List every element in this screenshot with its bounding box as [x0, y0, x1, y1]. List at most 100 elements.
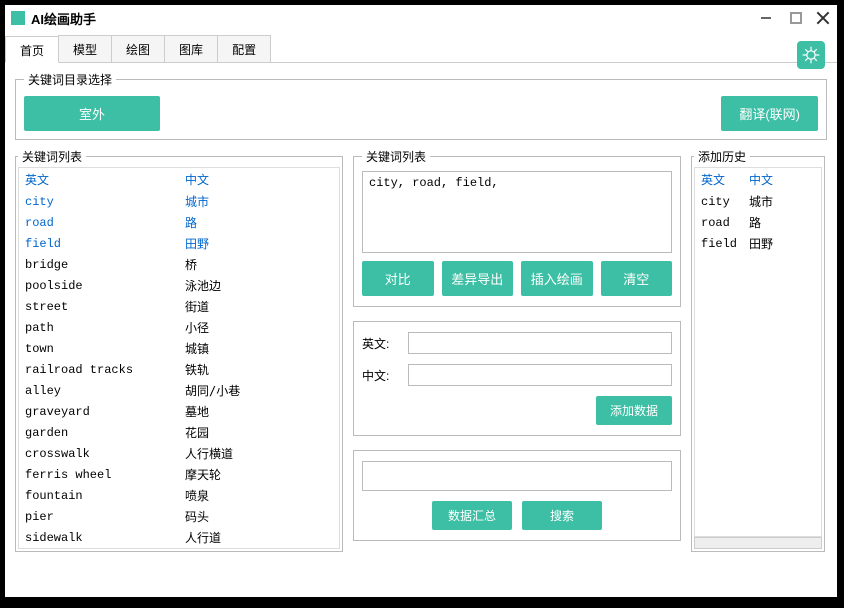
window-controls — [755, 9, 831, 27]
cell-en: bridge — [19, 254, 179, 275]
table-row[interactable]: city城市 — [19, 191, 339, 212]
cell-en: fountain — [19, 485, 179, 506]
table-row[interactable]: crosswalk人行横道 — [19, 443, 339, 464]
maximize-button[interactable] — [790, 12, 802, 24]
table-row[interactable]: road路 — [19, 212, 339, 233]
table-row[interactable]: city城市 — [695, 191, 821, 212]
cell-en: field — [695, 233, 743, 254]
tab-4[interactable]: 配置 — [217, 35, 271, 62]
cell-zh: 小径 — [179, 317, 339, 338]
table-row[interactable]: bridge桥 — [19, 254, 339, 275]
table-row[interactable]: fountain喷泉 — [19, 485, 339, 506]
zh-input[interactable] — [408, 364, 672, 386]
keyword-dir-legend: 关键词目录选择 — [24, 71, 116, 88]
cell-zh: 桥 — [179, 254, 339, 275]
table-row[interactable]: dock码头 — [19, 548, 339, 549]
history-table: 英文 中文 city城市road路field田野 — [695, 168, 821, 254]
table-row[interactable]: railroad tracks铁轨 — [19, 359, 339, 380]
keyword-list-legend: 关键词列表 — [18, 148, 86, 165]
selected-keywords-legend: 关键词列表 — [362, 148, 430, 165]
cell-en: pier — [19, 506, 179, 527]
table-row[interactable]: pier码头 — [19, 506, 339, 527]
insert-draw-button[interactable]: 插入绘画 — [521, 261, 593, 296]
en-input[interactable] — [408, 332, 672, 354]
table-row[interactable]: field田野 — [695, 233, 821, 254]
clear-button[interactable]: 清空 — [601, 261, 673, 296]
history-fieldset: 添加历史 英文 中文 city城市road路field田野 — [691, 148, 825, 552]
cell-en: road — [695, 212, 743, 233]
hist-col-en[interactable]: 英文 — [695, 168, 743, 191]
cell-zh: 墓地 — [179, 401, 339, 422]
keyword-list-fieldset: 关键词列表 英文 中文 city城市road路field田野bridge桥poo… — [15, 148, 343, 552]
selected-keywords-fieldset: 关键词列表 city, road, field, 对比 差异导出 插入绘画 清空 — [353, 148, 681, 307]
table-row[interactable]: graveyard墓地 — [19, 401, 339, 422]
tab-1[interactable]: 模型 — [58, 35, 112, 62]
keyword-table: 英文 中文 city城市road路field田野bridge桥poolside泳… — [19, 168, 339, 549]
cell-en: graveyard — [19, 401, 179, 422]
openai-logo-icon — [797, 41, 825, 69]
cell-en: sidewalk — [19, 527, 179, 548]
tab-3[interactable]: 图库 — [164, 35, 218, 62]
cell-en: path — [19, 317, 179, 338]
keyword-table-scroll[interactable]: 英文 中文 city城市road路field田野bridge桥poolside泳… — [18, 167, 340, 549]
cell-en: railroad tracks — [19, 359, 179, 380]
table-row[interactable]: ferris wheel摩天轮 — [19, 464, 339, 485]
cell-zh: 城市 — [179, 191, 339, 212]
tab-0[interactable]: 首页 — [5, 36, 59, 63]
table-row[interactable]: field田野 — [19, 233, 339, 254]
cell-zh: 码头 — [179, 548, 339, 549]
cell-en: city — [19, 191, 179, 212]
cell-zh: 胡同/小巷 — [179, 380, 339, 401]
cell-en: dock — [19, 548, 179, 549]
table-row[interactable]: street街道 — [19, 296, 339, 317]
table-row[interactable]: sidewalk人行道 — [19, 527, 339, 548]
titlebar: AI绘画助手 — [5, 5, 837, 31]
table-row[interactable]: poolside泳池边 — [19, 275, 339, 296]
cell-zh: 摩天轮 — [179, 464, 339, 485]
search-button[interactable]: 搜索 — [522, 501, 602, 530]
zh-input-label: 中文: — [362, 367, 408, 384]
app-window: AI绘画助手 首页模型绘图图库配置 关键词目录选择 室外 翻译(联网) 关键词列… — [4, 4, 838, 598]
cell-zh: 花园 — [179, 422, 339, 443]
table-row[interactable]: garden花园 — [19, 422, 339, 443]
cell-zh: 路 — [179, 212, 339, 233]
history-hscroll[interactable] — [694, 537, 822, 549]
add-data-button[interactable]: 添加数据 — [596, 396, 672, 425]
data-summary-button[interactable]: 数据汇总 — [432, 501, 512, 530]
col-header-zh[interactable]: 中文 — [179, 168, 339, 191]
history-legend: 添加历史 — [694, 148, 750, 165]
minimize-button[interactable] — [755, 9, 777, 27]
cell-en: street — [19, 296, 179, 317]
category-outdoor-button[interactable]: 室外 — [24, 96, 160, 131]
add-data-fieldset: 英文: 中文: 添加数据 — [353, 321, 681, 436]
search-fieldset: 数据汇总 搜索 — [353, 450, 681, 541]
cell-zh: 街道 — [179, 296, 339, 317]
cell-en: alley — [19, 380, 179, 401]
diff-export-button[interactable]: 差异导出 — [442, 261, 514, 296]
search-textarea[interactable] — [362, 461, 672, 491]
cell-en: field — [19, 233, 179, 254]
hist-col-zh[interactable]: 中文 — [743, 168, 821, 191]
cell-en: poolside — [19, 275, 179, 296]
compare-button[interactable]: 对比 — [362, 261, 434, 296]
cell-zh: 城市 — [743, 191, 821, 212]
close-button[interactable] — [815, 10, 831, 26]
cell-en: city — [695, 191, 743, 212]
cell-zh: 人行横道 — [179, 443, 339, 464]
history-table-scroll[interactable]: 英文 中文 city城市road路field田野 — [694, 167, 822, 537]
tab-bar: 首页模型绘图图库配置 — [5, 35, 837, 63]
cell-en: town — [19, 338, 179, 359]
selected-keywords-textarea[interactable]: city, road, field, — [362, 171, 672, 253]
translate-online-button[interactable]: 翻译(联网) — [721, 96, 818, 131]
app-icon — [11, 11, 25, 25]
tab-2[interactable]: 绘图 — [111, 35, 165, 62]
cell-zh: 码头 — [179, 506, 339, 527]
window-title: AI绘画助手 — [31, 9, 755, 28]
table-row[interactable]: path小径 — [19, 317, 339, 338]
col-header-en[interactable]: 英文 — [19, 168, 179, 191]
table-row[interactable]: town城镇 — [19, 338, 339, 359]
cell-en: crosswalk — [19, 443, 179, 464]
table-row[interactable]: road路 — [695, 212, 821, 233]
table-row[interactable]: alley胡同/小巷 — [19, 380, 339, 401]
en-input-label: 英文: — [362, 335, 408, 352]
